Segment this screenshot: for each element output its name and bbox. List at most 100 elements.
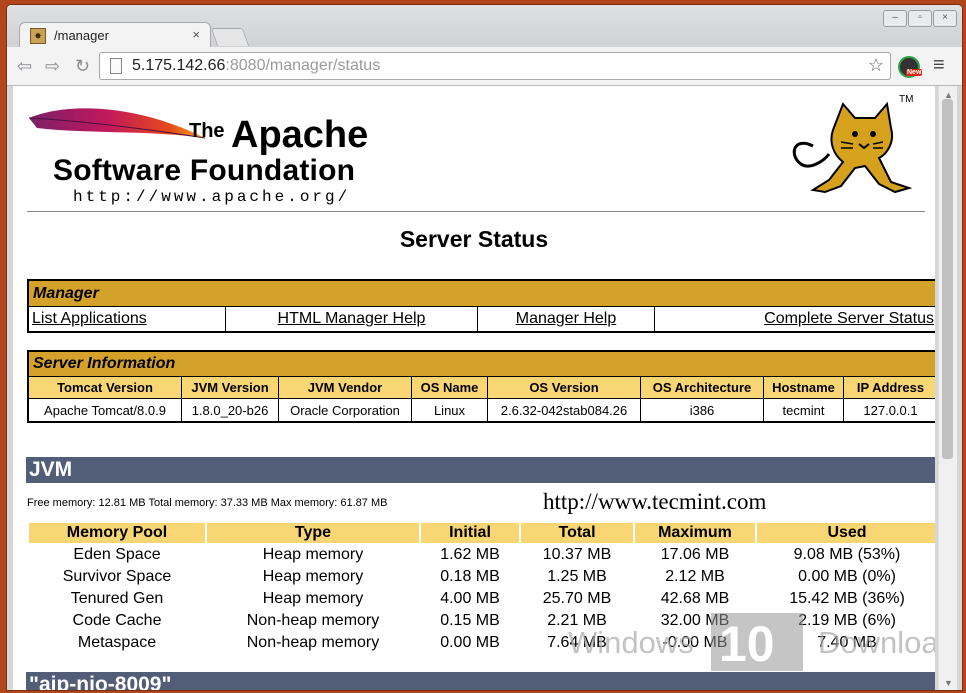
col-os-version: OS Version bbox=[487, 376, 641, 399]
jvm-vendor-value: Oracle Corporation bbox=[278, 398, 412, 423]
bookmark-star-icon[interactable]: ☆ bbox=[868, 55, 884, 76]
memory-pool-cell: Metaspace bbox=[77, 633, 157, 651]
total-cell: 1.25 MB bbox=[547, 567, 607, 585]
connector-heading: "ajp-nio-8009" bbox=[26, 672, 935, 690]
col-ip-address: IP Address bbox=[843, 376, 935, 399]
tecmint-watermark-url: http://www.tecmint.com bbox=[543, 489, 767, 514]
table-row: Apache Tomcat/8.0.9 1.8.0_20-b26 Oracle … bbox=[27, 398, 935, 423]
maximum-cell: 2.12 MB bbox=[665, 567, 725, 585]
maximize-icon[interactable]: ▫ bbox=[908, 10, 932, 27]
os-name-value: Linux bbox=[411, 398, 488, 423]
col-os-architecture: OS Architecture bbox=[640, 376, 764, 399]
tab-manager[interactable]: ✸ /manager × bbox=[19, 22, 211, 49]
watermark-ten: 10 bbox=[719, 616, 775, 672]
url-host: 5.175.142.66 bbox=[132, 57, 226, 74]
col-tomcat-version: Tomcat Version bbox=[27, 376, 182, 399]
page-viewport: The Apache Software Foundation http://ww… bbox=[13, 86, 935, 690]
col-jvm-vendor: JVM Vendor bbox=[278, 376, 412, 399]
vertical-scrollbar[interactable]: ▲ ▼ bbox=[938, 86, 957, 690]
table-row: Survivor Space Heap memory 0.18 MB 1.25 … bbox=[29, 566, 935, 587]
browser-menu-icon[interactable]: ≡ bbox=[933, 54, 945, 77]
col-hostname: Hostname bbox=[763, 376, 844, 399]
scroll-down-arrow-icon[interactable]: ▼ bbox=[944, 678, 953, 688]
jvm-heading: JVM bbox=[26, 457, 935, 483]
col-type: Type bbox=[207, 523, 419, 543]
initial-cell: 1.62 MB bbox=[440, 545, 500, 563]
url-path: :8080/manager/status bbox=[225, 57, 381, 74]
initial-cell: 4.00 MB bbox=[440, 589, 500, 607]
address-bar[interactable]: 5.175.142.66:8080/manager/status ☆ bbox=[99, 52, 891, 80]
hostname-value: tecmint bbox=[763, 398, 844, 423]
watermark-windows: Windows bbox=[568, 625, 694, 660]
link-complete-server-status[interactable]: Complete Server Status bbox=[764, 310, 934, 327]
col-initial: Initial bbox=[421, 523, 519, 543]
extension-new-badge: New bbox=[906, 69, 923, 76]
close-window-icon[interactable]: × bbox=[933, 10, 957, 27]
minimize-icon[interactable]: – bbox=[883, 10, 907, 27]
windows10-download-watermark: Windows 10 Download bbox=[568, 605, 935, 675]
cell-list-applications: List Applications bbox=[27, 306, 226, 333]
ip-address-value: 127.0.0.1 bbox=[843, 398, 935, 423]
col-jvm-version: JVM Version bbox=[181, 376, 279, 399]
server-information-heading: Server Information bbox=[27, 350, 935, 377]
tab-title: /manager bbox=[54, 28, 109, 43]
logo-software-foundation: Software Foundation bbox=[53, 154, 356, 187]
type-cell: Heap memory bbox=[262, 567, 364, 585]
logo-apache: Apache bbox=[231, 114, 369, 156]
page-title: Server Status bbox=[399, 226, 549, 252]
new-tab-button[interactable] bbox=[210, 28, 250, 46]
url-text[interactable]: 5.175.142.66:8080/manager/status bbox=[132, 57, 380, 75]
initial-cell: 0.18 MB bbox=[440, 567, 500, 585]
type-cell: Non-heap memory bbox=[246, 633, 380, 651]
type-cell: Heap memory bbox=[262, 545, 364, 563]
initial-cell: 0.15 MB bbox=[440, 611, 500, 629]
link-list-applications[interactable]: List Applications bbox=[32, 310, 147, 327]
maximum-cell: 17.06 MB bbox=[660, 545, 730, 563]
tomcat-logo-icon[interactable] bbox=[783, 96, 923, 196]
link-html-manager-help[interactable]: HTML Manager Help bbox=[278, 310, 426, 327]
cell-html-manager-help: HTML Manager Help bbox=[225, 306, 478, 333]
memory-summary: Free memory: 12.81 MB Total memory: 37.3… bbox=[27, 497, 388, 509]
trademark: TM bbox=[899, 94, 914, 105]
col-memory-pool: Memory Pool bbox=[29, 523, 205, 543]
tomcat-favicon-icon: ✸ bbox=[30, 28, 46, 44]
apache-feather-icon bbox=[28, 108, 206, 139]
used-cell: 9.08 MB (53%) bbox=[793, 545, 901, 563]
server-information-table: Server Information Tomcat Version JVM Ve… bbox=[27, 350, 935, 423]
col-used: Used bbox=[757, 523, 935, 543]
browser-window: ✸ /manager × – ▫ × ⇦ ⇨ ↻ 5.175.142.66:80… bbox=[6, 4, 963, 691]
apache-logo[interactable]: The Apache Software Foundation http://ww… bbox=[27, 98, 407, 206]
tab-close-icon[interactable]: × bbox=[192, 27, 200, 42]
manager-heading: Manager bbox=[27, 279, 935, 307]
type-cell: Heap memory bbox=[262, 589, 364, 607]
type-cell: Non-heap memory bbox=[246, 611, 380, 629]
page-icon bbox=[110, 58, 122, 74]
total-cell: 10.37 MB bbox=[542, 545, 612, 563]
cell-complete-server-status: Complete Server Status bbox=[654, 306, 935, 333]
col-os-name: OS Name bbox=[411, 376, 488, 399]
table-row: Eden Space Heap memory 1.62 MB 10.37 MB … bbox=[29, 544, 935, 565]
back-arrow-icon[interactable]: ⇦ bbox=[17, 56, 32, 77]
tab-strip: ✸ /manager × – ▫ × bbox=[7, 5, 962, 49]
forward-arrow-icon[interactable]: ⇨ bbox=[45, 56, 60, 77]
cell-manager-help: Manager Help bbox=[477, 306, 655, 333]
memory-pool-cell: Survivor Space bbox=[62, 567, 172, 585]
header-divider bbox=[27, 211, 925, 212]
jvm-version-value: 1.8.0_20-b26 bbox=[181, 398, 279, 423]
memory-pool-cell: Eden Space bbox=[73, 545, 161, 563]
memory-pool-cell: Code Cache bbox=[72, 611, 162, 629]
logo-the: The bbox=[189, 120, 225, 142]
col-total: Total bbox=[521, 523, 633, 543]
logo-url: http://www.apache.org/ bbox=[73, 188, 351, 206]
extension-icon[interactable]: New bbox=[898, 56, 923, 78]
scrollbar-thumb[interactable] bbox=[942, 99, 953, 459]
reload-icon[interactable]: ↻ bbox=[75, 56, 90, 77]
windows10-logo-icon: 10 bbox=[711, 613, 803, 672]
link-manager-help[interactable]: Manager Help bbox=[516, 310, 617, 327]
tomcat-version-value: Apache Tomcat/8.0.9 bbox=[27, 398, 182, 423]
manager-table: Manager List Applications HTML Manager H… bbox=[27, 279, 935, 333]
col-maximum: Maximum bbox=[635, 523, 755, 543]
used-cell: 0.00 MB (0%) bbox=[798, 567, 896, 585]
os-architecture-value: i386 bbox=[640, 398, 764, 423]
browser-toolbar: ⇦ ⇨ ↻ 5.175.142.66:8080/manager/status ☆… bbox=[7, 47, 962, 86]
